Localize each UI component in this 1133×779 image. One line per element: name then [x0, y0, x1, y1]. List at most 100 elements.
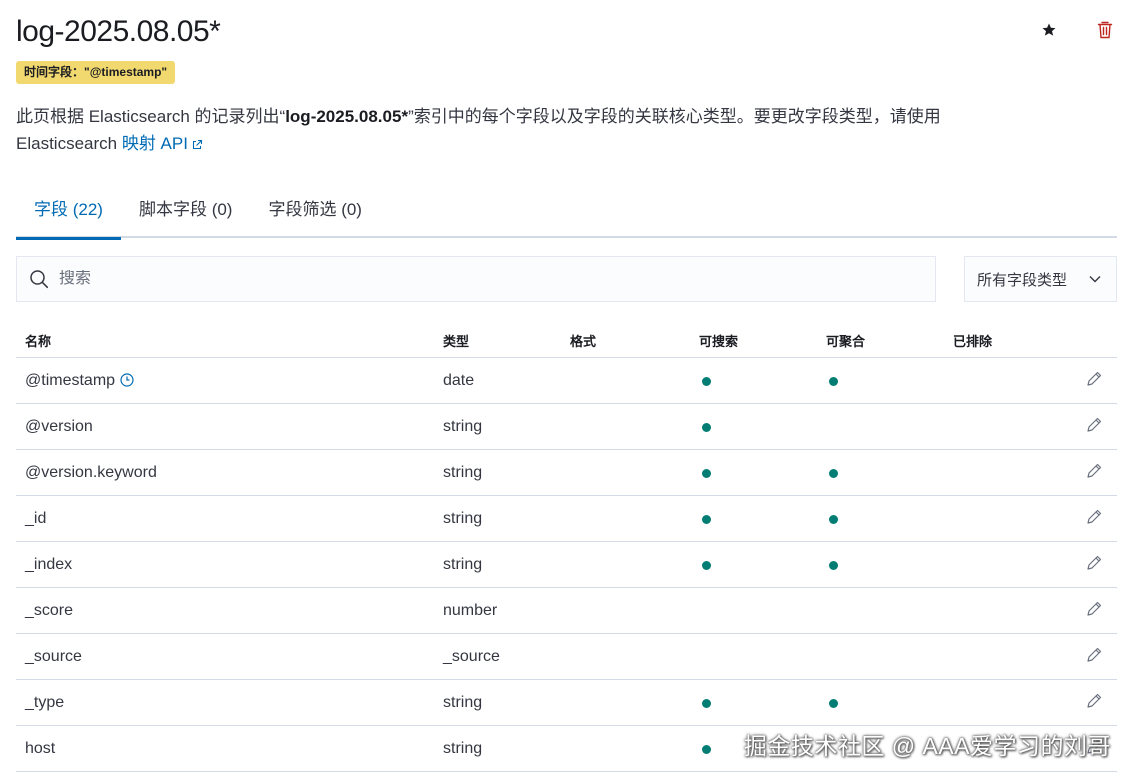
pencil-icon[interactable] — [1085, 416, 1105, 436]
searchable-dot-icon — [702, 423, 711, 432]
external-link-icon — [192, 139, 203, 149]
tab-scripted-fields[interactable]: 脚本字段 (0) — [121, 188, 251, 238]
aggregatable-dot-icon — [829, 561, 838, 570]
field-type: date — [443, 372, 475, 389]
pencil-icon[interactable] — [1085, 462, 1105, 482]
chevron-down-icon — [1089, 276, 1101, 283]
field-name: _source — [25, 648, 82, 665]
field-name-cell: _source — [25, 648, 82, 666]
pencil-icon[interactable] — [1085, 370, 1105, 390]
tab-field-filters[interactable]: 字段筛选 (0) — [250, 188, 380, 238]
table-row: _score number — [16, 588, 1117, 634]
field-name: @timestamp — [25, 372, 116, 389]
time-field-badge: 时间字段："@timestamp" — [16, 61, 176, 84]
searchable-dot-icon — [702, 561, 711, 570]
pencil-icon[interactable] — [1085, 554, 1105, 574]
clock-icon — [120, 373, 134, 387]
search-input[interactable] — [59, 270, 909, 288]
searchable-cell — [699, 464, 711, 483]
field-name: _type — [25, 694, 65, 711]
field-name-cell: _score — [25, 602, 73, 620]
field-type: _source — [443, 648, 500, 665]
column-header-type[interactable]: 类型 — [443, 331, 469, 350]
search-box — [16, 256, 936, 302]
searchable-dot-icon — [702, 515, 711, 524]
mapping-api-link-label: 映射 API — [121, 134, 188, 153]
searchable-cell — [699, 694, 711, 713]
column-header-aggregatable[interactable]: 可聚合 — [826, 331, 865, 350]
searchable-dot-icon — [702, 699, 711, 708]
column-header-searchable[interactable]: 可搜索 — [699, 331, 738, 350]
field-type: string — [443, 464, 483, 481]
searchable-cell — [699, 372, 711, 391]
header-actions — [1037, 18, 1117, 42]
searchable-cell — [699, 418, 711, 437]
star-icon[interactable] — [1037, 18, 1061, 42]
field-name: _score — [25, 602, 74, 619]
table-row: _type string — [16, 680, 1117, 726]
searchable-cell — [699, 740, 711, 759]
page-description: 此页根据 Elasticsearch 的记录列出“log-2025.08.05*… — [16, 103, 1046, 157]
pencil-icon[interactable] — [1085, 692, 1105, 712]
searchable-dot-icon — [702, 745, 711, 754]
field-type-select-value: 所有字段类型 — [977, 271, 1068, 289]
table-header: 名称 类型 格式 可搜索 可聚合 已排除 — [16, 318, 1117, 358]
column-header-format[interactable]: 格式 — [570, 331, 596, 350]
field-name: @version — [25, 418, 93, 435]
aggregatable-cell — [826, 556, 838, 575]
field-type: string — [443, 510, 483, 527]
field-type: number — [443, 602, 498, 619]
column-header-excluded[interactable]: 已排除 — [953, 331, 992, 350]
aggregatable-dot-icon — [829, 699, 838, 708]
table-body: @timestamp date @version string @version.key… — [16, 358, 1117, 772]
field-name-cell: @version.keyword — [25, 464, 157, 482]
searchable-cell — [699, 556, 711, 575]
search-icon — [30, 270, 49, 289]
description-index-name: log-2025.08.05* — [285, 107, 409, 126]
field-type: string — [443, 418, 483, 435]
field-type-select[interactable]: 所有字段类型 — [964, 256, 1117, 302]
field-name-cell: host — [25, 740, 55, 758]
description-text-before: 此页根据 Elasticsearch 的记录列出“ — [16, 107, 286, 126]
pencil-icon[interactable] — [1085, 646, 1105, 666]
aggregatable-cell — [826, 372, 838, 391]
field-name-cell: _id — [25, 510, 46, 528]
field-name-cell: @version — [25, 418, 93, 436]
aggregatable-cell — [826, 694, 838, 713]
aggregatable-dot-icon — [829, 377, 838, 386]
pencil-icon[interactable] — [1085, 600, 1105, 620]
aggregatable-cell — [826, 464, 838, 483]
searchable-dot-icon — [702, 377, 711, 386]
table-row: @version string — [16, 404, 1117, 450]
field-type: string — [443, 740, 483, 757]
page-header: log-2025.08.05* — [16, 10, 1117, 54]
trash-icon[interactable] — [1093, 18, 1117, 42]
table-row: _index string — [16, 542, 1117, 588]
field-tabs: 字段 (22) 脚本字段 (0) 字段筛选 (0) — [16, 188, 1117, 240]
aggregatable-dot-icon — [829, 515, 838, 524]
searchable-cell — [699, 510, 711, 529]
field-type: string — [443, 694, 483, 711]
table-row: @timestamp date — [16, 358, 1117, 404]
aggregatable-dot-icon — [829, 469, 838, 478]
tab-fields[interactable]: 字段 (22) — [16, 188, 121, 240]
searchable-dot-icon — [702, 469, 711, 478]
field-name: _index — [25, 556, 73, 573]
column-header-name[interactable]: 名称 — [25, 331, 51, 350]
field-name: host — [25, 740, 56, 757]
pencil-icon[interactable] — [1085, 508, 1105, 528]
table-row: @version.keyword string — [16, 450, 1117, 496]
field-name: _id — [25, 510, 47, 527]
page-title: log-2025.08.05* — [16, 15, 221, 48]
table-row: _id string — [16, 496, 1117, 542]
field-name-cell: @timestamp — [25, 372, 134, 390]
watermark: 掘金技术社区 @ AAA爱学习的刘哥 — [743, 733, 1111, 759]
aggregatable-cell — [826, 510, 838, 529]
fields-table: 名称 类型 格式 可搜索 可聚合 已排除 @timestamp date @vers… — [16, 318, 1117, 772]
field-type: string — [443, 556, 483, 573]
field-name-cell: _index — [25, 556, 72, 574]
mapping-api-link[interactable]: 映射 API — [122, 134, 203, 153]
field-name: @version.keyword — [25, 464, 157, 481]
table-row: _source _source — [16, 634, 1117, 680]
field-name-cell: _type — [25, 694, 64, 712]
